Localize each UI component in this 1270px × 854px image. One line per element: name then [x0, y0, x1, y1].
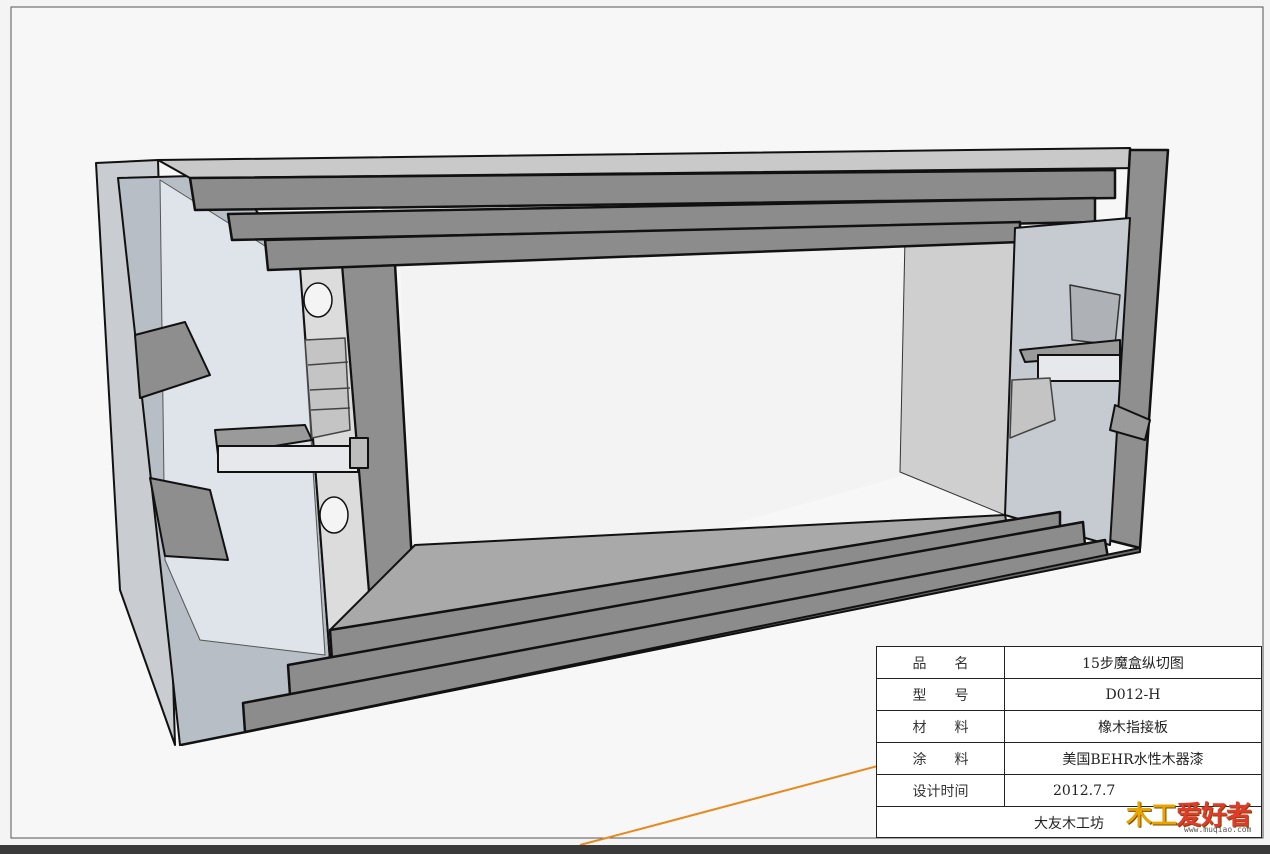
inner-right-wall	[899, 227, 1016, 516]
drawing-sheet: 品 名 15步魔盒纵切图 型 号 D012-H 材 料 橡木指接板 涂 料 美国…	[0, 0, 1270, 854]
value-product-name: 15步魔盒纵切图	[1082, 655, 1184, 672]
value-coating: 美国BEHR水性木器漆	[1062, 751, 1204, 768]
title-row-coating: 涂 料 美国BEHR水性木器漆	[877, 743, 1261, 775]
label-coating: 涂 料	[877, 743, 1005, 774]
right-wedge-upper	[1069, 284, 1121, 346]
value-model: D012-H	[1105, 686, 1161, 703]
title-row-product-name: 品 名 15步魔盒纵切图	[877, 647, 1261, 679]
left-hole-upper	[303, 282, 333, 318]
left-dowel-end	[349, 437, 369, 469]
logo-url: www.muqiao.com	[1184, 825, 1252, 834]
watermark-logo: 木工爱好者 www.muqiao.com	[1122, 795, 1262, 835]
left-hole-lower	[319, 496, 349, 534]
label-material: 材 料	[877, 711, 1005, 742]
value-material: 橡木指接板	[1098, 719, 1168, 736]
title-row-model: 型 号 D012-H	[877, 679, 1261, 711]
label-product-name: 品 名	[877, 647, 1005, 678]
title-row-material: 材 料 橡木指接板	[877, 711, 1261, 743]
bottom-bar	[0, 845, 1270, 854]
label-model: 型 号	[877, 679, 1005, 710]
left-dowel	[217, 445, 359, 473]
logo-text-a: 木工	[1126, 801, 1177, 831]
right-dowel	[1037, 354, 1121, 382]
label-design-date: 设计时间	[877, 775, 1005, 806]
